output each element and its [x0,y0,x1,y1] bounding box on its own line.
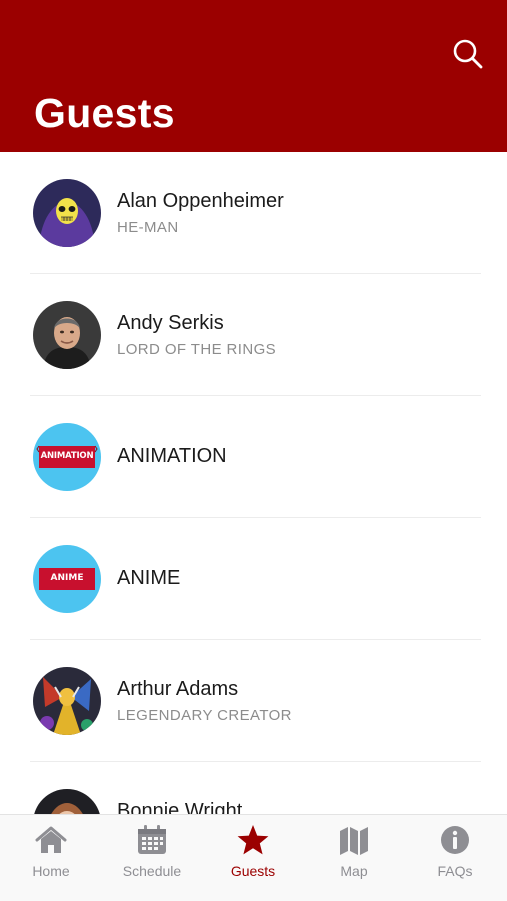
tab-label: Map [340,863,368,879]
tab-label: Home [32,863,70,879]
category-row[interactable]: ANIME ANIME [0,518,507,640]
guest-subtitle: LORD OF THE RINGS [117,341,277,358]
category-badge: ANIMATION [33,423,101,491]
tab-faqs[interactable]: FAQs [405,815,505,901]
category-badge-text: ANIMATION [40,451,94,461]
category-label: ANIME [117,567,181,589]
category-row[interactable]: ANIMATION ANIMATION [0,396,507,518]
category-badge: ANIME [33,545,101,613]
guest-subtitle: HE-MAN [117,219,179,236]
avatar [33,301,101,369]
guest-row[interactable]: Andy Serkis LORD OF THE RINGS [0,274,507,396]
app-header: Guests [0,0,507,152]
guest-subtitle: LEGENDARY CREATOR [117,707,292,724]
tab-map[interactable]: Map [304,815,404,901]
info-icon [441,826,469,854]
avatar [33,179,101,247]
page-title: Guests [34,90,175,136]
tab-bar: Home Schedule Guests Map FAQs [0,814,507,901]
calendar-icon [138,825,166,854]
star-icon [237,825,269,855]
home-icon [35,826,67,853]
search-button[interactable] [450,36,486,72]
guest-name: Alan Oppenheimer [117,190,284,212]
avatar [33,789,101,814]
guest-row[interactable]: Arthur Adams LEGENDARY CREATOR [0,640,507,762]
tab-schedule[interactable]: Schedule [102,815,202,901]
avatar [33,667,101,735]
map-icon [340,827,368,855]
guest-row[interactable]: Alan Oppenheimer HE-MAN [0,152,507,274]
search-icon [453,39,483,69]
guest-list[interactable]: Alan Oppenheimer HE-MAN Andy Serkis LORD… [0,152,507,814]
tab-guests[interactable]: Guests [203,815,303,901]
guest-name: Andy Serkis [117,312,224,334]
category-label: ANIMATION [117,445,227,467]
guest-row[interactable]: Bonnie Wright [0,762,507,814]
tab-label: Schedule [122,863,182,879]
tab-home[interactable]: Home [1,815,101,901]
category-badge-text: ANIME [50,573,84,583]
guest-name: Arthur Adams [117,678,239,700]
tab-label: Guests [230,863,276,879]
guest-name: Bonnie Wright [117,800,243,814]
tab-label: FAQs [437,863,473,879]
